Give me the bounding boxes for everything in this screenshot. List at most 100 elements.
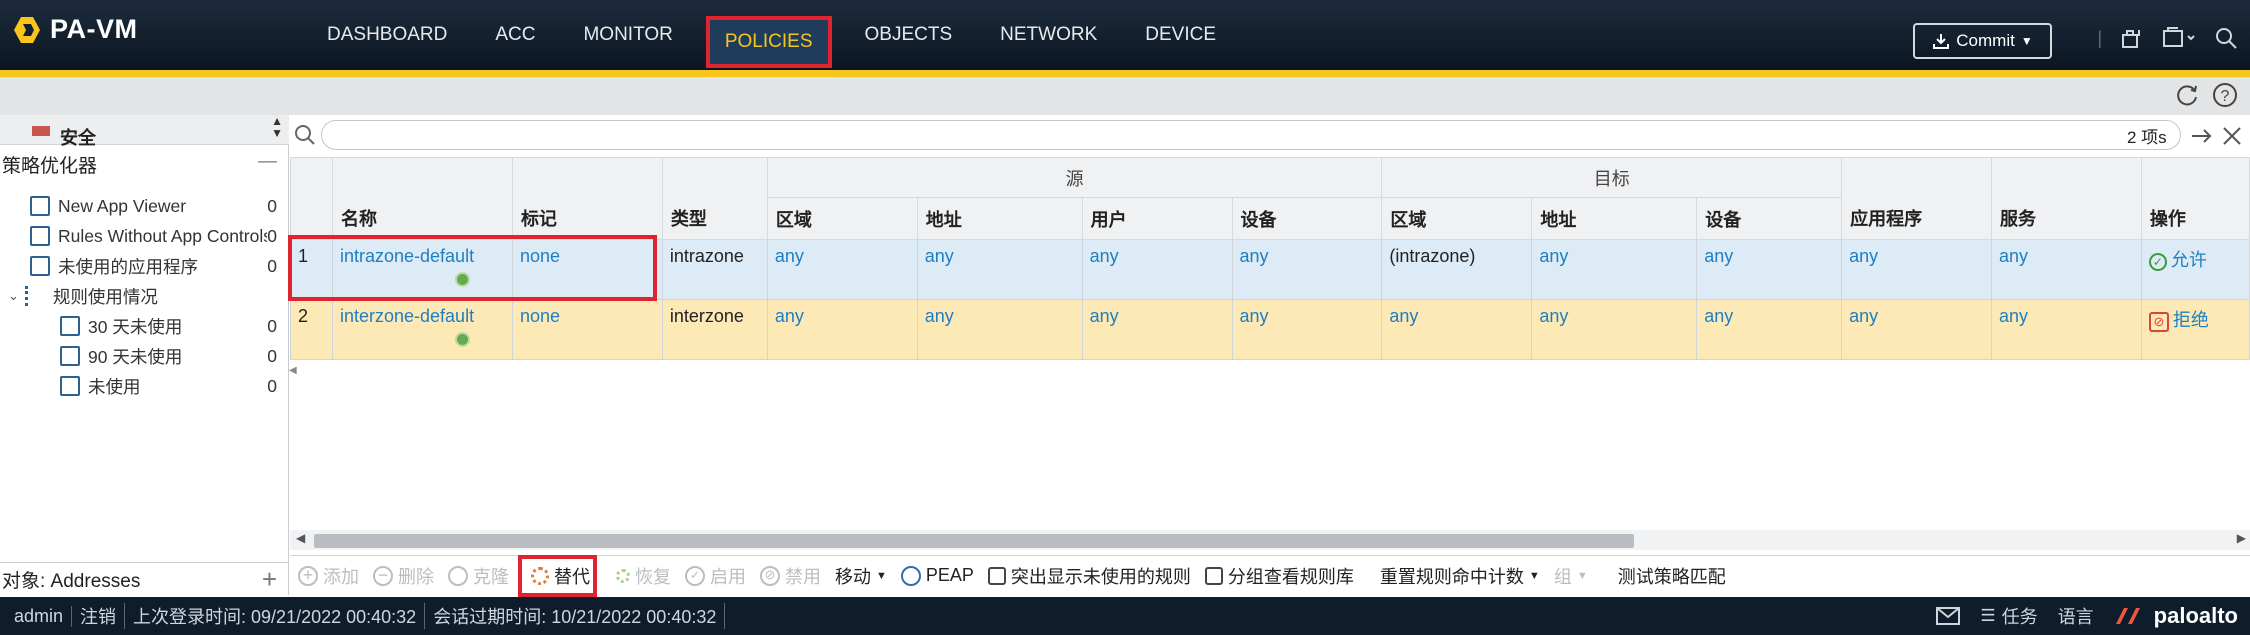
dst-device-cell[interactable]: any bbox=[1696, 239, 1843, 300]
nav-policies[interactable]: POLICIES bbox=[705, 16, 832, 68]
dst-address-cell[interactable]: any bbox=[1531, 299, 1698, 360]
table-row[interactable]: 2 interzone-default none interzone any a… bbox=[290, 299, 2250, 360]
apply-filter-icon[interactable] bbox=[2190, 124, 2214, 148]
objects-addresses-bar[interactable]: 对象: Addresses + bbox=[0, 562, 289, 596]
action-label[interactable]: 允许 bbox=[2171, 250, 2207, 270]
refresh-icon[interactable] bbox=[2174, 82, 2200, 108]
src-device-cell[interactable]: any bbox=[1231, 239, 1383, 300]
dst-address-cell[interactable]: any bbox=[1531, 239, 1698, 300]
tree-item-rule-usage[interactable]: ⌄ 规则使用情况 bbox=[8, 282, 289, 310]
tree-item-30-days[interactable]: 30 天未使用 0 bbox=[60, 312, 289, 340]
col-type-header[interactable]: 类型 bbox=[661, 157, 768, 240]
disable-button[interactable]: ⊘ 禁用 bbox=[760, 563, 821, 589]
tree-item-unused-apps[interactable]: 未使用的应用程序 0 bbox=[30, 252, 289, 280]
nav-network[interactable]: NETWORK bbox=[985, 0, 1112, 70]
security-item[interactable]: 安全 bbox=[60, 124, 96, 150]
dst-zone-cell[interactable]: any bbox=[1381, 299, 1533, 360]
rule-name-link[interactable]: interzone-default bbox=[340, 306, 474, 326]
dst-zone-cell[interactable]: (intrazone) bbox=[1381, 239, 1533, 300]
move-dropdown[interactable]: 移动 ▼ bbox=[835, 563, 887, 589]
panel-splitter-handle[interactable]: ◀ bbox=[289, 365, 297, 376]
add-button[interactable]: + 添加 bbox=[298, 563, 359, 589]
checkbox-icon[interactable] bbox=[987, 566, 1006, 585]
dst-device-cell[interactable]: any bbox=[1696, 299, 1843, 360]
src-user-cell[interactable]: any bbox=[1081, 299, 1233, 360]
src-user-cell[interactable]: any bbox=[1081, 239, 1233, 300]
service-cell[interactable]: any bbox=[1991, 239, 2142, 300]
save-config-icon[interactable] bbox=[2162, 26, 2196, 50]
tree-item-new-app-viewer[interactable]: New App Viewer 0 bbox=[30, 192, 289, 220]
nav-monitor[interactable]: MONITOR bbox=[568, 0, 687, 70]
peap-button[interactable]: PEAP bbox=[900, 565, 974, 586]
lock-config-icon[interactable] bbox=[2120, 26, 2144, 50]
nav-acc[interactable]: ACC bbox=[480, 0, 550, 70]
src-zone-cell[interactable]: any bbox=[766, 239, 918, 300]
col-service-header[interactable]: 服务 bbox=[1991, 157, 2142, 240]
add-object-icon[interactable]: + bbox=[262, 564, 277, 595]
policy-optimizer-header[interactable]: 策略优化器 — bbox=[2, 151, 285, 178]
group-dropdown[interactable]: 组 ▼ bbox=[1554, 563, 1588, 589]
collapse-icon[interactable]: — bbox=[258, 151, 277, 178]
src-address-cell[interactable]: any bbox=[916, 239, 1083, 300]
service-cell[interactable]: any bbox=[1991, 299, 2142, 360]
rule-name-cell[interactable]: interzone-default bbox=[331, 299, 513, 360]
revert-button[interactable]: 恢复 bbox=[616, 563, 671, 589]
tree-item-rules-without-app-controls[interactable]: Rules Without App Controls 0 bbox=[30, 222, 289, 250]
tree-item-label: 未使用的应用程序 bbox=[58, 256, 198, 277]
action-cell[interactable]: ⊘ 拒绝 bbox=[2140, 299, 2250, 360]
application-cell[interactable]: any bbox=[1841, 239, 1993, 300]
logout-link[interactable]: 注销 bbox=[72, 603, 126, 629]
chevron-down-icon[interactable]: ⌄ bbox=[8, 288, 19, 304]
tree-item-90-days[interactable]: 90 天未使用 0 bbox=[60, 342, 289, 370]
mail-icon[interactable] bbox=[1936, 607, 1961, 625]
tag-cell[interactable]: none bbox=[511, 299, 663, 360]
scrollbar-thumb[interactable] bbox=[314, 534, 1634, 548]
highlight-unused-checkbox[interactable]: 突出显示未使用的规则 bbox=[987, 563, 1191, 589]
col-application-header[interactable]: 应用程序 bbox=[1841, 157, 1993, 240]
language-link[interactable]: 语言 bbox=[2058, 603, 2094, 629]
col-name-header[interactable]: 名称 bbox=[331, 157, 513, 240]
rulebase-list[interactable]: 安全 ▲ ▼ bbox=[0, 115, 289, 148]
enable-button[interactable]: ✓ 启用 bbox=[685, 563, 746, 589]
src-zone-cell[interactable]: any bbox=[766, 299, 918, 360]
test-policy-match-button[interactable]: 测试策略匹配 bbox=[1618, 563, 1726, 589]
search-icon[interactable] bbox=[2214, 26, 2238, 50]
delete-button[interactable]: − 删除 bbox=[373, 563, 434, 589]
col-action-header[interactable]: 操作 bbox=[2140, 157, 2250, 240]
col-dst-device-header[interactable]: 设备 bbox=[1696, 197, 1843, 240]
nav-device[interactable]: DEVICE bbox=[1130, 0, 1231, 70]
src-device-cell[interactable]: any bbox=[1231, 299, 1383, 360]
reset-hit-count-dropdown[interactable]: 重置规则命中计数 ▼ bbox=[1380, 563, 1540, 589]
commit-button[interactable]: Commit ▼ bbox=[1913, 23, 2052, 59]
paloalto-logo-icon bbox=[12, 15, 42, 45]
col-dst-address-header[interactable]: 地址 bbox=[1531, 197, 1698, 240]
clear-filter-icon[interactable] bbox=[2220, 124, 2244, 148]
application-cell[interactable]: any bbox=[1841, 299, 1993, 360]
search-row: 2 项s bbox=[290, 117, 2250, 157]
group-view-checkbox[interactable]: 分组查看规则库 bbox=[1204, 563, 1354, 589]
tasks-link[interactable]: ☰ 任务 bbox=[1980, 603, 2037, 629]
table-horizontal-scrollbar[interactable]: ◀ ▶ bbox=[290, 530, 2250, 550]
nav-objects[interactable]: OBJECTS bbox=[850, 0, 968, 70]
col-src-address-header[interactable]: 地址 bbox=[916, 197, 1083, 240]
action-cell[interactable]: ✓ 允许 bbox=[2140, 239, 2250, 300]
pa-vm-logo[interactable]: PA-VM bbox=[12, 14, 138, 45]
checkbox-icon[interactable] bbox=[1204, 566, 1223, 585]
col-src-user-header[interactable]: 用户 bbox=[1081, 197, 1233, 240]
col-src-zone-header[interactable]: 区域 bbox=[766, 197, 918, 240]
scroll-left-icon[interactable]: ◀ bbox=[296, 531, 305, 545]
col-tag-header[interactable]: 标记 bbox=[511, 157, 663, 240]
nav-dashboard[interactable]: DASHBOARD bbox=[312, 0, 462, 70]
col-src-device-header[interactable]: 设备 bbox=[1231, 197, 1383, 240]
list-scroll-arrows[interactable]: ▲ ▼ bbox=[271, 115, 283, 139]
left-panel: 安全 ▲ ▼ 策略优化器 — New App Viewer 0 Rules Wit… bbox=[0, 115, 289, 595]
search-input[interactable] bbox=[321, 120, 2181, 150]
clone-button[interactable]: 克隆 bbox=[448, 563, 509, 589]
tree-item-unused[interactable]: 未使用 0 bbox=[60, 372, 289, 400]
src-address-cell[interactable]: any bbox=[916, 299, 1083, 360]
col-dst-zone-header[interactable]: 区域 bbox=[1381, 197, 1533, 240]
help-icon[interactable]: ? bbox=[2212, 82, 2238, 108]
add-label: 添加 bbox=[323, 566, 359, 587]
action-label[interactable]: 拒绝 bbox=[2173, 310, 2209, 330]
scroll-right-icon[interactable]: ▶ bbox=[2237, 531, 2246, 545]
